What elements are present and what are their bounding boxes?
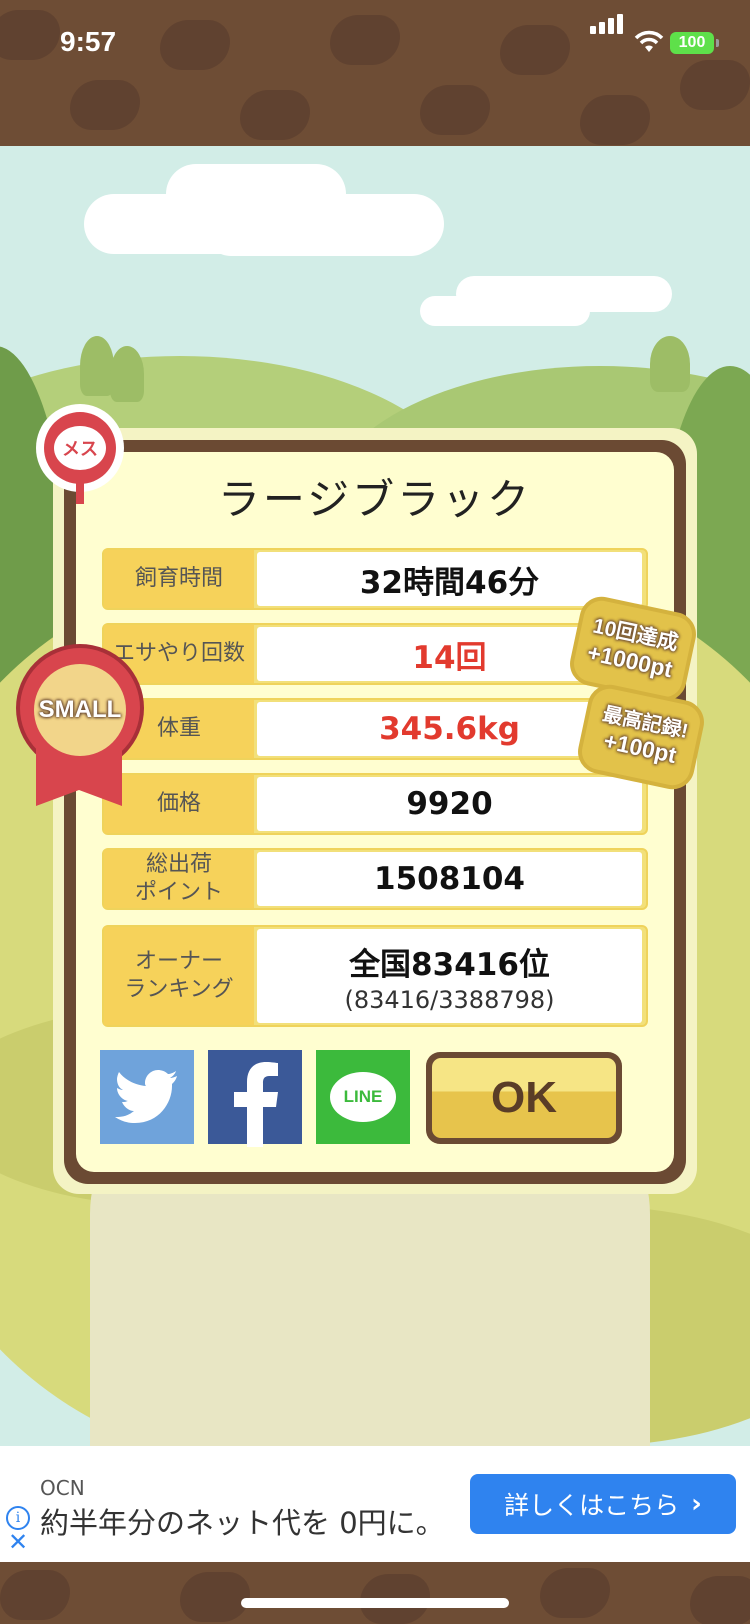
facebook-share-button[interactable]: [208, 1050, 302, 1147]
row-total-points: 総出荷 ポイント 1508104: [102, 848, 648, 910]
sex-label: メス: [54, 426, 106, 470]
size-badge-label: SMALL: [38, 696, 122, 723]
ad-close-icon[interactable]: ✕: [6, 1530, 30, 1554]
line-label: LINE: [343, 1087, 383, 1106]
row-label: 総出荷 ポイント: [104, 850, 254, 908]
row-breeding-time: 飼育時間 32時間46分: [102, 548, 648, 610]
ad-cta-button[interactable]: 詳しくはこちら ›: [470, 1474, 736, 1534]
chevron-right-icon: ›: [691, 1489, 702, 1519]
row-label: 価格: [104, 775, 254, 833]
ranking-main: 全国83416位: [349, 946, 550, 983]
row-value: 全国83416位 (83416/3388798): [257, 929, 642, 1023]
ok-button-label: OK: [432, 1058, 616, 1138]
row-label: 飼育時間: [104, 550, 254, 608]
twitter-bird-icon: [115, 1070, 177, 1123]
female-sex-circle: メス: [44, 412, 116, 484]
home-indicator[interactable]: [241, 1598, 509, 1608]
row-value: 1508104: [257, 852, 642, 906]
ranking-sub: (83416/3388798): [344, 985, 555, 1014]
status-time: 9:57: [60, 26, 117, 57]
row-label: オーナー ランキング: [104, 927, 254, 1025]
row-value: 32時間46分: [257, 552, 642, 606]
row-owner-ranking: オーナー ランキング 全国83416位 (83416/3388798): [102, 925, 648, 1027]
row-value: 9920: [257, 777, 642, 831]
ad-brand: OCN: [40, 1476, 85, 1500]
row-weight: 体重 345.6kg: [102, 698, 648, 760]
pig-breed-title: ラージブラック: [217, 475, 533, 524]
ok-button[interactable]: OK: [426, 1052, 622, 1144]
twitter-share-button[interactable]: [100, 1050, 194, 1144]
row-price: 価格 9920: [102, 773, 648, 835]
battery-icon: 100: [670, 32, 719, 54]
line-bubble-icon: LINE: [330, 1072, 396, 1122]
wifi-icon: [634, 30, 664, 52]
status-bar: 9:57 100: [0, 0, 750, 90]
female-symbol-tail: [76, 482, 84, 504]
ad-text: 約半年分のネット代を 0円に。: [40, 1506, 445, 1540]
rosette-center: SMALL: [34, 664, 126, 756]
facebook-f-icon: [234, 1062, 278, 1147]
ad-info-icon[interactable]: i: [6, 1506, 30, 1530]
ad-cta-label: 詳しくはこちら: [504, 1491, 680, 1520]
line-share-button[interactable]: LINE: [316, 1050, 410, 1144]
bottom-pattern-bar: [0, 1562, 750, 1624]
